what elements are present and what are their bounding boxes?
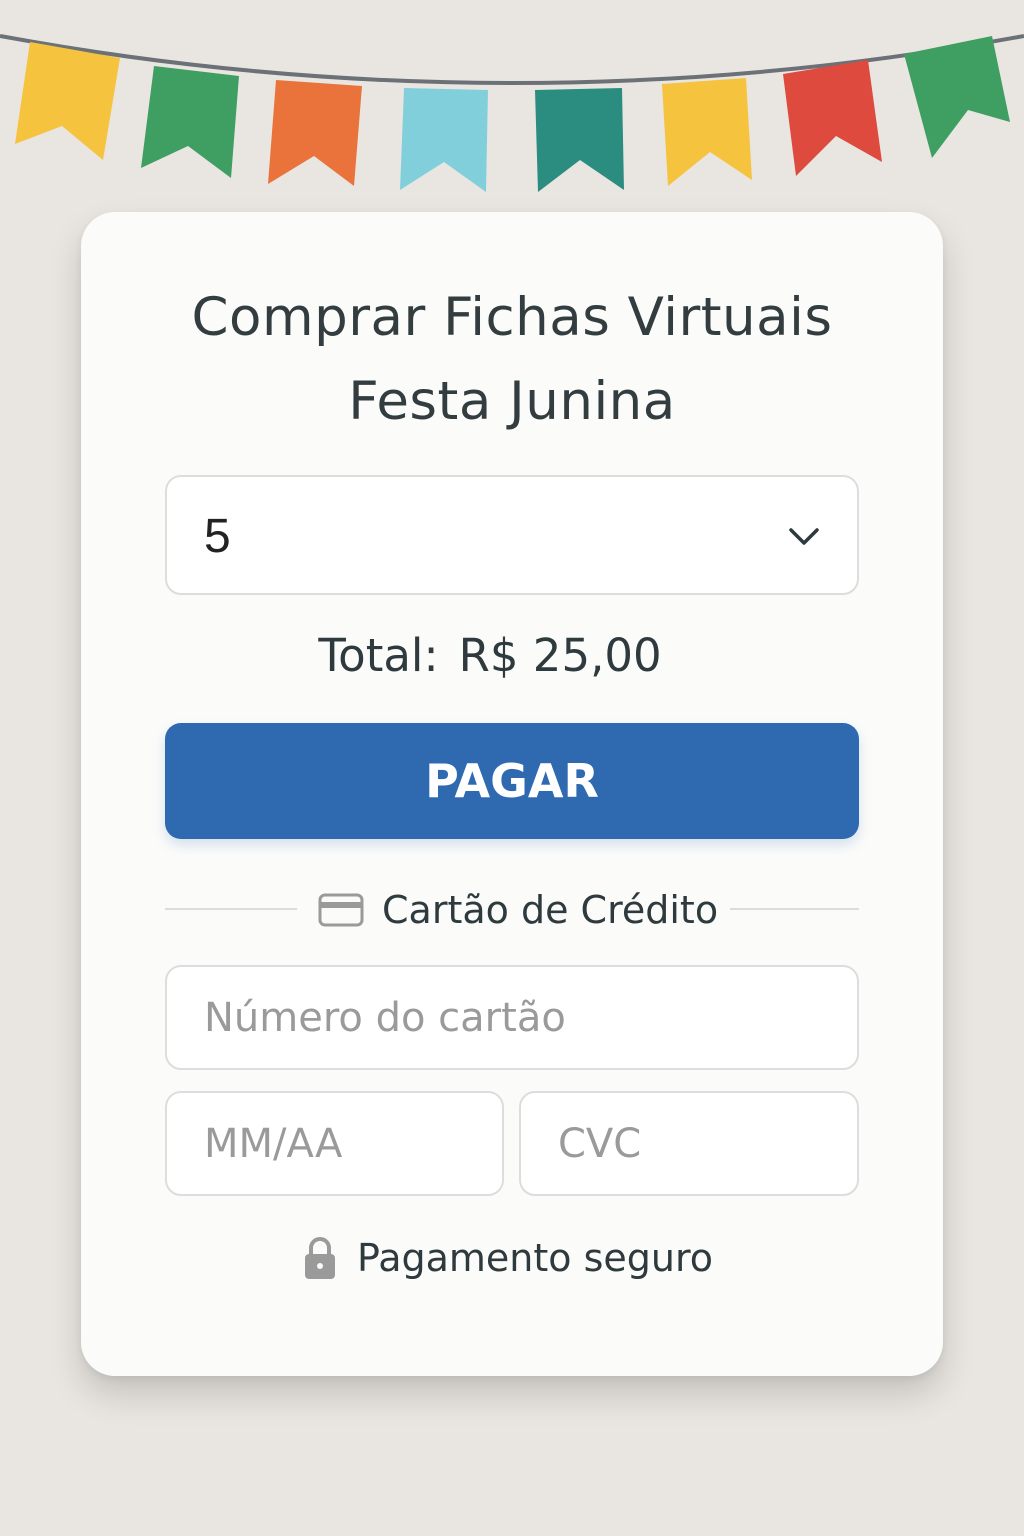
bunting-flag bbox=[141, 66, 239, 178]
quantity-select[interactable]: 5 bbox=[165, 475, 859, 595]
secure-payment-note: Pagamento seguro bbox=[303, 1232, 713, 1284]
page-title-line-1: Comprar Fichas Virtuais bbox=[191, 287, 833, 348]
quantity-select-value: 5 bbox=[204, 510, 231, 563]
page-title: Comprar Fichas Virtuais Festa Junina bbox=[0, 276, 1024, 444]
card-number-placeholder: Número do cartão bbox=[204, 994, 566, 1041]
total-display: Total: R$ 25,00 bbox=[0, 626, 980, 686]
expiry-placeholder: MM/AA bbox=[204, 1120, 343, 1167]
lock-icon bbox=[305, 1237, 335, 1279]
secure-payment-text: Pagamento seguro bbox=[357, 1236, 714, 1280]
bunting-flag bbox=[535, 88, 624, 192]
payment-method-label: Cartão de Crédito bbox=[318, 886, 718, 934]
card-number-field[interactable]: Número do cartão bbox=[165, 965, 859, 1070]
bunting-decoration bbox=[0, 34, 1024, 192]
bunting-flag bbox=[400, 88, 488, 192]
bunting-flag bbox=[783, 60, 882, 176]
bunting-flag bbox=[904, 36, 1010, 158]
credit-card-icon bbox=[318, 893, 364, 927]
divider-right bbox=[730, 908, 859, 910]
total-label: Total: bbox=[318, 629, 439, 682]
bunting-flag bbox=[662, 78, 752, 186]
cvc-placeholder: CVC bbox=[558, 1120, 642, 1167]
chevron-down-icon bbox=[789, 528, 819, 545]
pay-button[interactable]: PAGAR bbox=[165, 723, 859, 839]
cvc-field[interactable]: CVC bbox=[519, 1091, 859, 1196]
bunting-flag bbox=[15, 42, 120, 160]
page-title-line-2: Festa Junina bbox=[348, 371, 676, 432]
payment-method-text: Cartão de Crédito bbox=[382, 888, 719, 932]
total-amount: R$ 25,00 bbox=[458, 629, 662, 682]
divider-left bbox=[165, 908, 297, 910]
expiry-field[interactable]: MM/AA bbox=[165, 1091, 504, 1196]
bunting-flag bbox=[268, 80, 362, 186]
